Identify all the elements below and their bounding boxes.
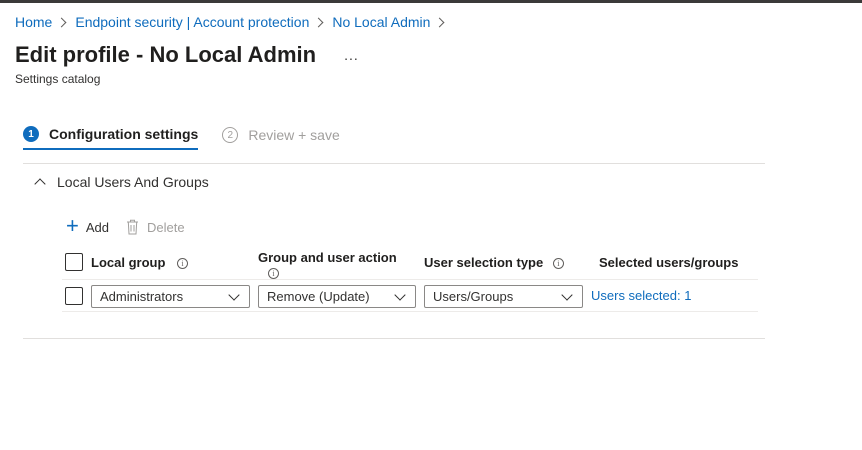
- column-header-user-selection-type: User selection type i: [424, 255, 564, 270]
- chevron-down-icon: [228, 288, 240, 301]
- wizard-steps: 1 Configuration settings 2 Review + save: [23, 122, 340, 152]
- section-title: Local Users And Groups: [57, 174, 209, 190]
- chevron-right-icon: [434, 17, 445, 27]
- info-icon[interactable]: i: [268, 268, 279, 279]
- breadcrumb: Home Endpoint security | Account protect…: [15, 12, 453, 32]
- step-label: Configuration settings: [49, 126, 199, 142]
- trash-icon: [127, 219, 138, 235]
- plus-icon: +: [66, 213, 79, 238]
- page-title: Edit profile - No Local Admin: [15, 42, 317, 67]
- add-label: Add: [85, 219, 109, 235]
- divider: [23, 163, 765, 164]
- chevron-down-icon: [394, 288, 406, 301]
- divider: [23, 338, 765, 339]
- local-group-dropdown[interactable]: Administrators: [91, 285, 250, 308]
- column-header-group-user-action: Group and user action: [258, 250, 397, 265]
- breadcrumb-account-protection[interactable]: Endpoint security | Account protection: [75, 14, 309, 30]
- breadcrumb-profile[interactable]: No Local Admin: [332, 14, 430, 30]
- step-number-badge: 1: [23, 126, 39, 142]
- chevron-right-icon: [313, 17, 324, 27]
- user-selection-type-dropdown[interactable]: Users/Groups: [424, 285, 583, 308]
- users-selected-link[interactable]: Users selected: 1: [591, 288, 691, 303]
- top-bar: [0, 0, 862, 3]
- add-button[interactable]: + Add: [66, 213, 109, 238]
- chevron-up-icon: [34, 178, 46, 190]
- info-icon[interactable]: i: [177, 258, 189, 270]
- column-header-label: Local group: [91, 255, 166, 270]
- select-all-checkbox[interactable]: [65, 253, 83, 271]
- dropdown-value: Users/Groups: [433, 289, 514, 304]
- breadcrumb-home[interactable]: Home: [15, 14, 52, 30]
- more-options-button[interactable]: ...: [340, 48, 363, 62]
- group-user-action-dropdown[interactable]: Remove (Update): [258, 285, 416, 308]
- title-row: Edit profile - No Local Admin ...: [15, 40, 363, 70]
- delete-button[interactable]: Delete: [126, 219, 185, 235]
- chevron-right-icon: [56, 17, 67, 27]
- info-icon[interactable]: i: [552, 258, 564, 270]
- step-label: Review + save: [248, 127, 340, 143]
- dropdown-value: Administrators: [100, 289, 184, 304]
- chevron-down-icon: [561, 288, 573, 301]
- row-divider: [62, 279, 758, 280]
- dropdown-value: Remove (Update): [267, 289, 370, 304]
- column-header-selected-users-groups: Selected users/groups: [599, 255, 739, 270]
- step-configuration-settings[interactable]: 1 Configuration settings: [23, 122, 199, 150]
- column-header-label: User selection type: [424, 255, 544, 270]
- column-header-local-group: Local group i: [91, 255, 189, 270]
- delete-label: Delete: [147, 219, 185, 235]
- row-checkbox[interactable]: [65, 287, 83, 305]
- command-bar: + Add Delete: [66, 213, 185, 238]
- step-review-save[interactable]: 2 Review + save: [222, 122, 340, 148]
- column-header-label: Group and user action: [258, 250, 397, 265]
- page-subtitle: Settings catalog: [15, 72, 101, 86]
- row-divider: [62, 311, 758, 312]
- step-number-badge: 2: [222, 127, 239, 143]
- section-toggle-local-users-and-groups[interactable]: Local Users And Groups: [33, 172, 209, 192]
